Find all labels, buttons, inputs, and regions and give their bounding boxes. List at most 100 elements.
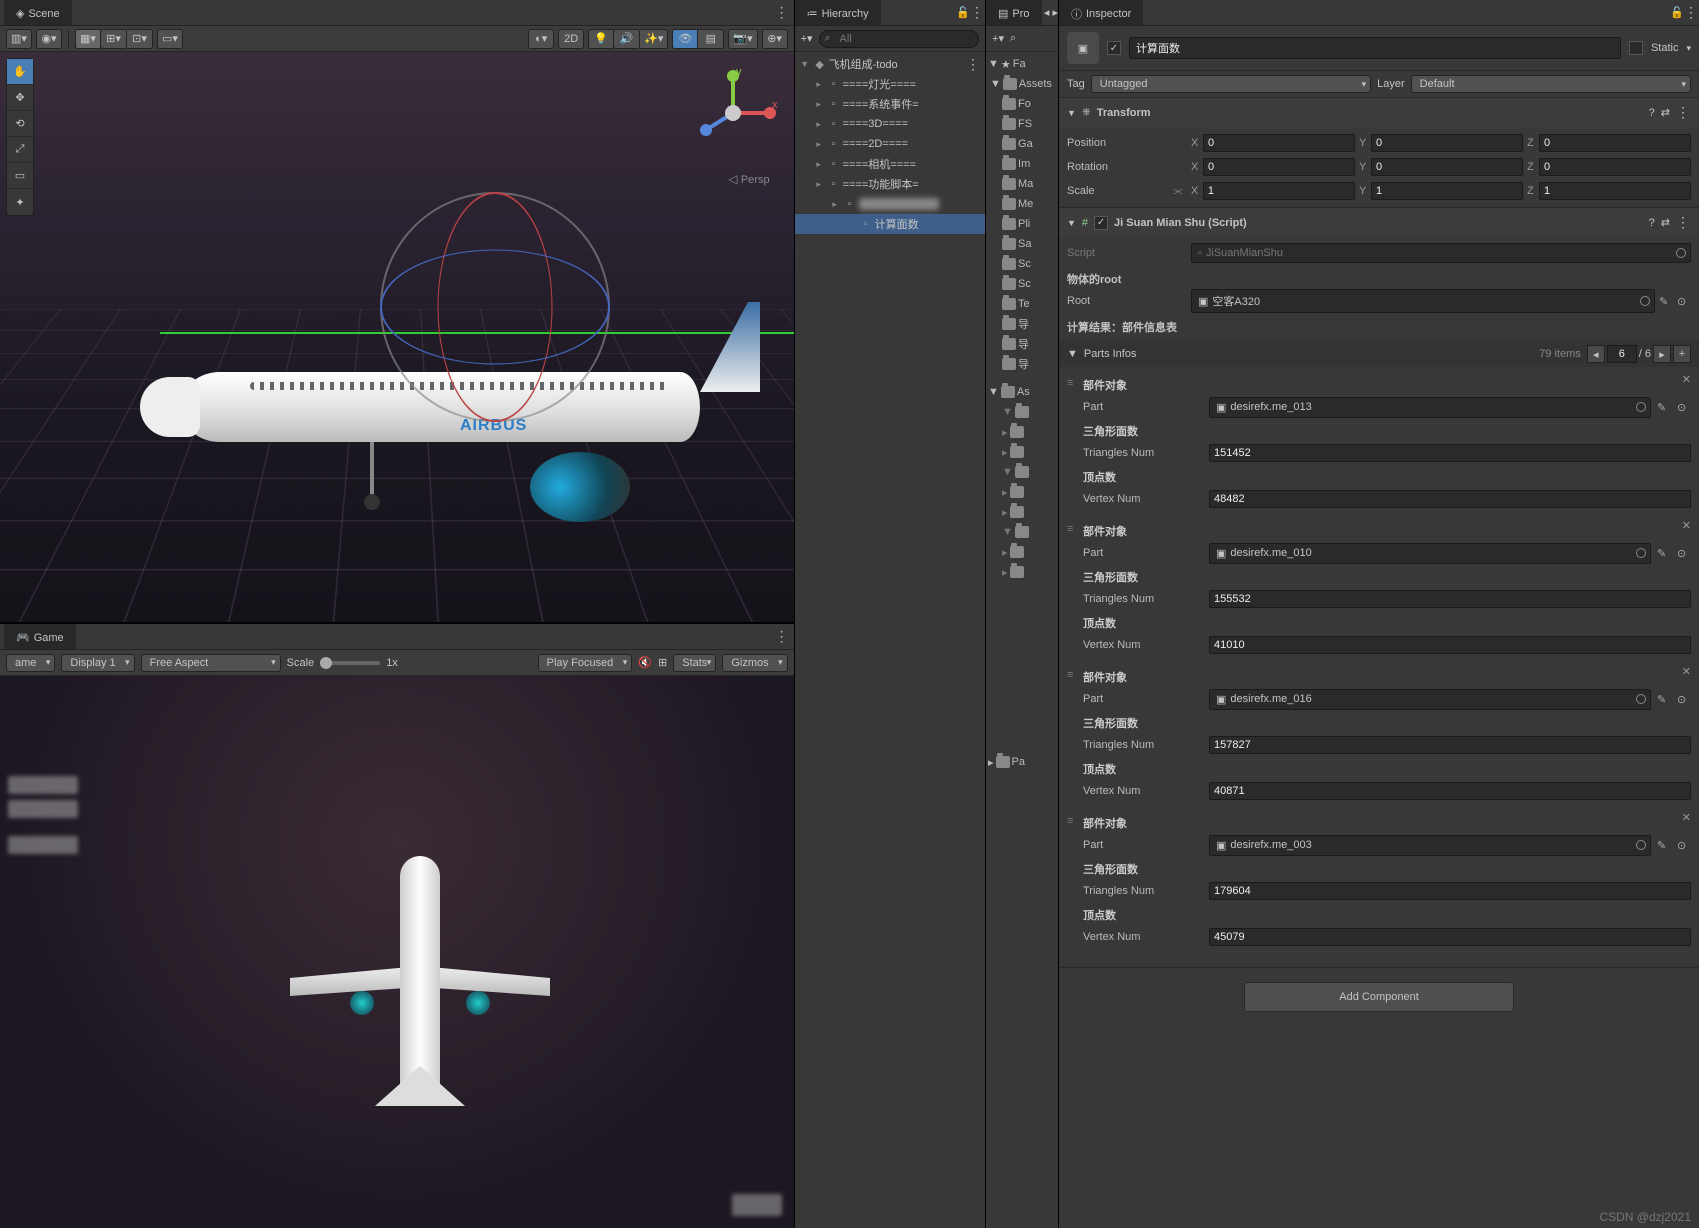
project-folder[interactable]: ▸ [986,482,1058,502]
triangles-input[interactable] [1209,736,1691,754]
component-menu-icon[interactable]: ⋮ [1676,214,1691,231]
scale-z-input[interactable] [1539,182,1691,200]
game-mode-dropdown[interactable]: ame [6,654,55,672]
project-folder[interactable]: ▸ [986,422,1058,442]
tool-light[interactable]: 💡 [588,29,614,49]
project-folder[interactable]: Sa [986,234,1058,254]
hierarchy-item-blurred[interactable]: ▸▫ [795,194,985,214]
assets-row[interactable]: ▼Assets [986,74,1058,94]
tool-fx[interactable]: ✨▾ [640,29,668,49]
component-menu-icon[interactable]: ⋮ [1676,104,1691,121]
scene-menu[interactable]: ⋮ [966,56,985,73]
rotate-gizmo-ring-z[interactable] [380,250,610,365]
project-folder[interactable]: Im [986,154,1058,174]
scene-root[interactable]: ▼◆ 飞机组成-todo ⋮ [795,54,985,74]
triangles-input[interactable] [1209,882,1691,900]
tool-audio[interactable]: 🔊 [614,29,640,49]
rot-x-input[interactable] [1203,158,1355,176]
vertex-input[interactable] [1209,636,1691,654]
lock-icon[interactable]: 🔓 [956,6,970,19]
scene-viewport[interactable]: ✋ ✥ ⟲ ⤢ ▭ ✦ y [0,52,794,622]
game-viewport[interactable] [0,676,794,1228]
edit-icon[interactable]: ✎ [1657,693,1671,706]
picker-icon[interactable]: ⊙ [1677,295,1691,308]
gizmos-dropdown[interactable]: Gizmos [722,654,787,672]
project-folder[interactable]: 导 [986,354,1058,374]
tool-2d[interactable]: 2D [558,29,584,49]
vertex-input[interactable] [1209,490,1691,508]
remove-icon[interactable]: ✕ [1682,373,1691,386]
triangles-input[interactable] [1209,590,1691,608]
add-component-button[interactable]: Add Component [1244,982,1514,1012]
remove-icon[interactable]: ✕ [1682,811,1691,824]
edit-icon[interactable]: ✎ [1657,547,1671,560]
fold-icon[interactable]: ▼ [1067,108,1076,118]
hierarchy-item[interactable]: ▸▫====3D==== [795,114,985,134]
pos-x-input[interactable] [1203,134,1355,152]
aspect-dropdown[interactable]: Free Aspect [141,654,281,672]
fold-icon[interactable]: ▼ [1067,218,1076,228]
transform-tool[interactable]: ✦ [7,189,33,215]
edit-icon[interactable]: ✎ [1657,839,1671,852]
layer-dropdown[interactable]: Default [1411,75,1691,93]
orientation-gizmo[interactable]: y x [688,68,778,158]
project-folder[interactable]: ▼ [986,462,1058,482]
lock-icon[interactable]: 🔓 [1670,6,1684,19]
gameobject-icon[interactable]: ▣ [1067,32,1099,64]
tool-pivot[interactable]: ▥▾ [6,29,32,49]
triangles-input[interactable] [1209,444,1691,462]
root-object-field[interactable]: ▣ 空客A320 [1191,289,1655,313]
hierarchy-item[interactable]: ▸▫====功能脚本= [795,174,985,194]
pos-y-input[interactable] [1371,134,1523,152]
edit-icon[interactable]: ✎ [1657,401,1671,414]
scale-tool[interactable]: ⤢ [7,137,33,163]
project-folder[interactable]: Te [986,294,1058,314]
search-icon[interactable]: ⌕ [1010,32,1016,45]
preset-icon[interactable]: ⇄ [1661,216,1670,229]
part-object-field[interactable]: ▣desirefx.me_010 [1209,543,1651,564]
remove-icon[interactable]: ✕ [1682,665,1691,678]
drag-handle-icon[interactable]: ≡ [1067,377,1073,389]
vertex-input[interactable] [1209,928,1691,946]
tool-snap[interactable]: ⊞▾ [101,29,127,49]
assets-section[interactable]: ▼As [986,382,1058,402]
page-prev-button[interactable]: ◂ [1587,345,1605,363]
rotate-tool[interactable]: ⟲ [7,111,33,137]
project-folder[interactable]: Pli [986,214,1058,234]
part-object-field[interactable]: ▣desirefx.me_016 [1209,689,1651,710]
hierarchy-item[interactable]: ▸▫====系统事件= [795,94,985,114]
inspector-tab[interactable]: ⓘ Inspector [1059,0,1143,25]
part-object-field[interactable]: ▣desirefx.me_003 [1209,835,1651,856]
project-folder[interactable]: Sc [986,254,1058,274]
page-next-button[interactable]: ▸ [1653,345,1671,363]
project-folder[interactable]: Me [986,194,1058,214]
tool-shading[interactable]: ◉▾ [36,29,62,49]
project-folder[interactable]: FS [986,114,1058,134]
picker-icon[interactable]: ⊙ [1677,693,1691,706]
project-folder[interactable]: 导 [986,334,1058,354]
project-folder[interactable]: ▼ [986,522,1058,542]
static-checkbox[interactable] [1629,41,1643,55]
hierarchy-menu-icon[interactable]: ⋮ [970,4,985,21]
tool-draw[interactable]: ◐▾ [528,29,554,49]
drag-handle-icon[interactable]: ≡ [1067,815,1073,827]
part-object-field[interactable]: ▣desirefx.me_013 [1209,397,1651,418]
constrain-icon[interactable]: ⫘ [1173,185,1183,198]
tool-hidden[interactable]: 👁 [672,29,698,49]
page-input[interactable] [1607,345,1637,363]
project-folder[interactable]: ▼ [986,402,1058,422]
project-folder[interactable]: Sc [986,274,1058,294]
vertex-input[interactable] [1209,782,1691,800]
tool-camera[interactable]: 📷▾ [728,29,757,49]
hand-tool[interactable]: ✋ [7,59,33,85]
play-focused-dropdown[interactable]: Play Focused [538,654,633,672]
project-tab[interactable]: ▤ Pro [986,0,1042,25]
pos-z-input[interactable] [1539,134,1691,152]
edit-icon[interactable]: ✎ [1659,295,1673,308]
project-create-icon[interactable]: +▾ [992,32,1004,45]
rect-tool[interactable]: ▭ [7,163,33,189]
game-tab[interactable]: 🎮 Game [4,624,76,649]
game-menu-icon[interactable]: ⋮ [775,628,790,645]
project-folder[interactable]: Ma [986,174,1058,194]
help-icon[interactable]: ? [1649,217,1655,229]
